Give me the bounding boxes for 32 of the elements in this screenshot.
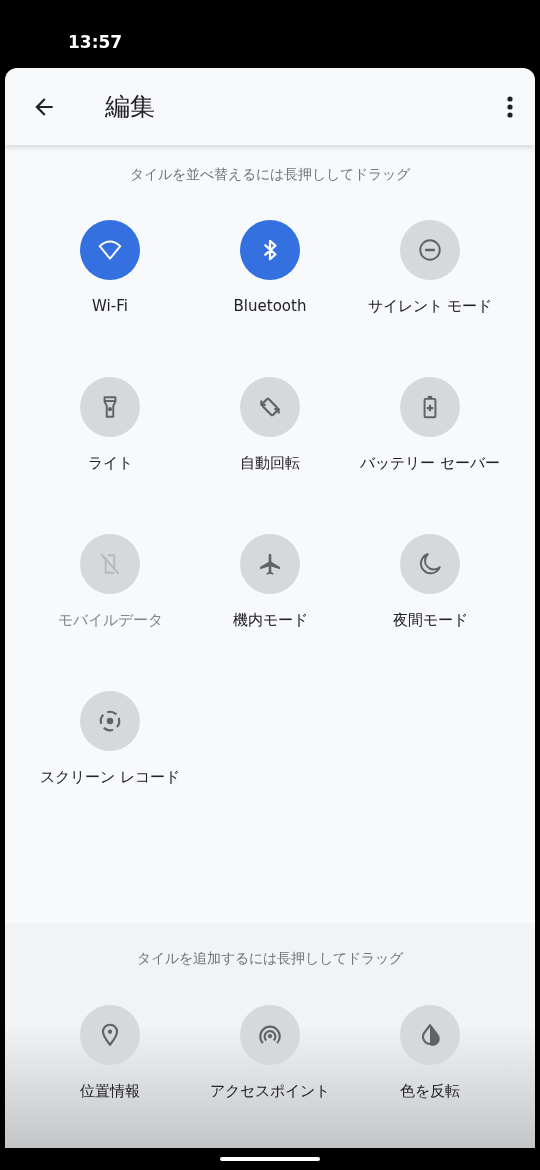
- section-hint: タイルを追加するには長押ししてドラッグ: [136, 950, 404, 968]
- tile-label: 夜間モード: [392, 610, 468, 630]
- tile-label: Bluetooth: [233, 296, 307, 316]
- tile-label: ライト: [87, 453, 133, 473]
- tile-toggle[interactable]: [240, 377, 300, 437]
- tile-label: 自動回転: [240, 453, 300, 473]
- page-title: 編集: [105, 91, 156, 123]
- tile-label: 位置情報: [80, 1081, 140, 1101]
- tile-toggle[interactable]: [240, 534, 300, 594]
- tile-label: 色を反転: [400, 1081, 460, 1101]
- tile-label: モバイルデータ: [57, 610, 163, 630]
- minus-circle-icon: [417, 237, 443, 263]
- home-handle[interactable]: [220, 1157, 320, 1161]
- tile-toggle[interactable]: [400, 377, 460, 437]
- status-time: 13:57: [68, 32, 123, 52]
- more-options-icon[interactable]: [507, 94, 513, 119]
- record-icon: [97, 708, 123, 734]
- airplane-icon: [257, 551, 283, 577]
- tile-toggle[interactable]: [80, 220, 140, 280]
- section-hint: タイルを並べ替えるには長押ししてドラッグ: [129, 166, 411, 184]
- tile-label: 機内モード: [232, 610, 308, 630]
- tile-toggle[interactable]: [240, 220, 300, 280]
- tile-toggle[interactable]: [400, 534, 460, 594]
- tile-label: サイレント モード: [367, 296, 493, 316]
- tile-toggle[interactable]: [400, 220, 460, 280]
- tile-label: バッテリー セーバー: [360, 453, 500, 473]
- tile-label: アクセスポイント: [210, 1081, 330, 1101]
- tile-toggle[interactable]: [80, 691, 140, 751]
- moon-icon: [417, 551, 443, 577]
- tile-label: Wi-Fi: [92, 296, 128, 316]
- tile-label: スクリーン レコード: [40, 767, 180, 787]
- tile-toggle[interactable]: [80, 377, 140, 437]
